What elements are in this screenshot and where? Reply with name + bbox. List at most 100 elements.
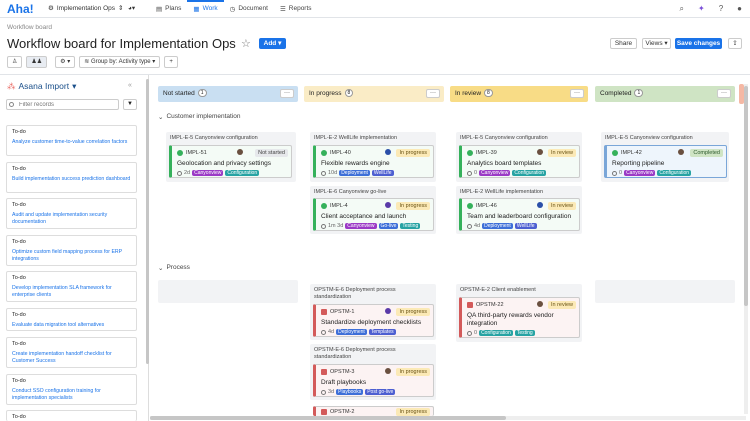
status-badge[interactable]: In progress (396, 368, 430, 376)
more-icon[interactable]: ··· (570, 89, 584, 98)
star-icon[interactable]: ☆ (241, 37, 251, 50)
import-source-dropdown[interactable]: ⁂ Asana Import ▾ (7, 81, 76, 92)
swimlane-process[interactable]: ⌄ Process (158, 264, 190, 272)
requirement-icon (467, 203, 473, 209)
breadcrumb[interactable]: Workflow board (7, 24, 52, 31)
list-item[interactable]: To-do Audit and update implementation sec… (6, 198, 137, 229)
blocked-icon (321, 309, 327, 315)
reports-icon: ☰ (279, 6, 286, 13)
search-icon (9, 102, 14, 107)
epic-group: IMPL-E-5 Canyonview configuration IMPL-5… (166, 132, 296, 182)
list-item[interactable]: To-do Build implementation success predic… (6, 162, 137, 193)
status-badge[interactable]: In review (547, 149, 576, 157)
document-icon: ◷ (229, 6, 236, 13)
column-count-badge: 1 (634, 89, 644, 98)
work-item-card[interactable]: OPSTM-3 In progress Draft playbooks 3d Pl… (313, 364, 434, 397)
requirement-icon (177, 150, 183, 156)
sidebar-scrollbar[interactable] (146, 79, 149, 364)
export-icon[interactable]: ⇪ (728, 38, 742, 49)
top-bar: Aha! ⚙ Implementation Ops ⇕ ◕▾ ▤ Plans ▦ Wor… (0, 0, 750, 18)
share-button[interactable]: Share (610, 38, 637, 49)
epic-group: OPSTM-E-2 Client enablement OPSTM-22 In … (456, 284, 582, 342)
chevron-updown-icon: ⇕ (118, 5, 124, 12)
work-item-card[interactable]: OPSTM-1 In progress Standardize deployme… (313, 304, 434, 337)
more-icon[interactable]: ··· (717, 89, 731, 98)
paint-menu[interactable]: ◕▾ (128, 4, 135, 12)
board-vertical-scroll-thumb[interactable] (744, 86, 748, 306)
gear-icon: ⚙ (60, 59, 66, 65)
add-button[interactable]: Add ▾ (259, 38, 286, 49)
work-item-card[interactable]: OPSTM-2 In progress (313, 406, 434, 416)
column-header-in-review[interactable]: In review 8 ··· (450, 86, 588, 102)
status-badge[interactable]: In progress (396, 202, 430, 210)
save-changes-button[interactable]: Save changes (675, 38, 722, 49)
avatar (385, 202, 391, 208)
list-item[interactable]: To-do Analyze customer time-to-value corr… (6, 125, 137, 156)
status-badge[interactable]: In progress (396, 149, 430, 157)
layers-icon: ≋ (84, 59, 90, 65)
status-badge[interactable]: In progress (396, 408, 430, 416)
column-header-not-started[interactable]: Not started 1 ··· (158, 86, 298, 102)
chevron-down-icon: ▾ (72, 81, 77, 91)
list-item[interactable]: To-do Develop implementation SLA framewor… (6, 271, 137, 302)
list-item[interactable]: To-do Create implementation handoff check… (6, 337, 137, 368)
filter-funnel-button[interactable]: ▼ (123, 99, 137, 110)
search-icon[interactable]: ⌕ (680, 4, 684, 14)
page-title: Workflow board for Implementation Ops (7, 36, 236, 51)
user-filter-icon[interactable]: ♙ (7, 56, 23, 68)
status-badge[interactable]: In review (547, 202, 576, 210)
epic-group: IMPL-E-2 WellLife implementation IMPL-40… (310, 132, 436, 182)
status-badge[interactable]: Not started (255, 149, 288, 157)
clock-icon (321, 170, 326, 176)
avatar (678, 149, 684, 155)
list-item[interactable]: To-do Optimize custom field mapping proce… (6, 235, 137, 266)
tab-plans[interactable]: ▤ Plans (150, 0, 187, 18)
empty-drop-zone[interactable] (158, 280, 298, 303)
aha-logo[interactable]: Aha! (7, 2, 34, 16)
work-item-card[interactable]: IMPL-40 In progress Flexible rewards eng… (313, 145, 434, 178)
views-button[interactable]: Views ▾ (642, 38, 671, 49)
tab-document[interactable]: ◷ Document (224, 0, 274, 18)
group-by-dropdown[interactable]: ≋ Group by: Activity type ▾ (79, 56, 161, 68)
ai-sparkle-icon[interactable]: ✦ (698, 4, 705, 14)
requirement-icon (321, 150, 327, 156)
help-icon[interactable]: ? (719, 4, 723, 14)
clock-icon (321, 329, 326, 335)
list-item[interactable]: To-do Conduct SSO configuration training … (6, 374, 137, 405)
more-icon[interactable]: ··· (280, 89, 294, 98)
workspace-switcher[interactable]: ⚙ Implementation Ops ⇕ (48, 4, 124, 13)
board-horizontal-scroll-thumb[interactable] (150, 416, 506, 420)
list-item[interactable]: To-do Evaluate data migration tool altern… (6, 308, 137, 331)
settings-menu[interactable]: ⚙ ▾ (55, 56, 76, 68)
work-item-card[interactable]: OPSTM-22 In review QA third-party reward… (459, 297, 580, 338)
collapse-sidebar-icon[interactable]: « (128, 82, 132, 89)
status-badge[interactable]: Completed (690, 149, 723, 157)
team-filter-icon[interactable]: ♟♟ (26, 56, 48, 68)
clock-icon (612, 170, 617, 176)
status-badge[interactable]: In review (547, 301, 576, 309)
more-icon[interactable]: ··· (426, 89, 440, 98)
tab-reports[interactable]: ☰ Reports (274, 0, 318, 18)
requirement-icon (467, 150, 473, 156)
work-item-card[interactable]: IMPL-39 In review Analytics board templa… (459, 145, 580, 178)
column-header-completed[interactable]: Completed 1 ··· (595, 86, 735, 102)
work-item-card[interactable]: IMPL-42 Completed Reporting pipeline 0 Ca… (604, 145, 727, 178)
work-item-card[interactable]: IMPL-51 Not started Geolocation and priv… (169, 145, 292, 178)
column-header-in-progress[interactable]: In progress 8 ··· (304, 86, 444, 102)
epic-group: IMPL-E-6 Canyonview go-live IMPL-4 In pr… (310, 186, 436, 234)
requirement-icon (612, 150, 618, 156)
palette-icon: ◕▾ (128, 5, 136, 12)
empty-drop-zone[interactable] (595, 280, 735, 303)
tab-work[interactable]: ▦ Work (187, 0, 224, 18)
epic-group: IMPL-E-5 Canyonview configuration IMPL-3… (456, 132, 582, 182)
swimlane-customer-implementation[interactable]: ⌄ Customer implementation (158, 113, 241, 121)
status-badge[interactable]: In progress (396, 308, 430, 316)
avatar[interactable]: ● (737, 4, 742, 14)
clock-icon (321, 223, 326, 229)
add-filter-button[interactable]: + (164, 56, 178, 68)
list-item[interactable]: To-do (6, 410, 137, 421)
avatar (537, 202, 543, 208)
filter-records-input[interactable] (6, 99, 119, 110)
work-item-card[interactable]: IMPL-46 In review Team and leaderboard c… (459, 198, 580, 231)
work-item-card[interactable]: IMPL-4 In progress Client acceptance and… (313, 198, 434, 231)
